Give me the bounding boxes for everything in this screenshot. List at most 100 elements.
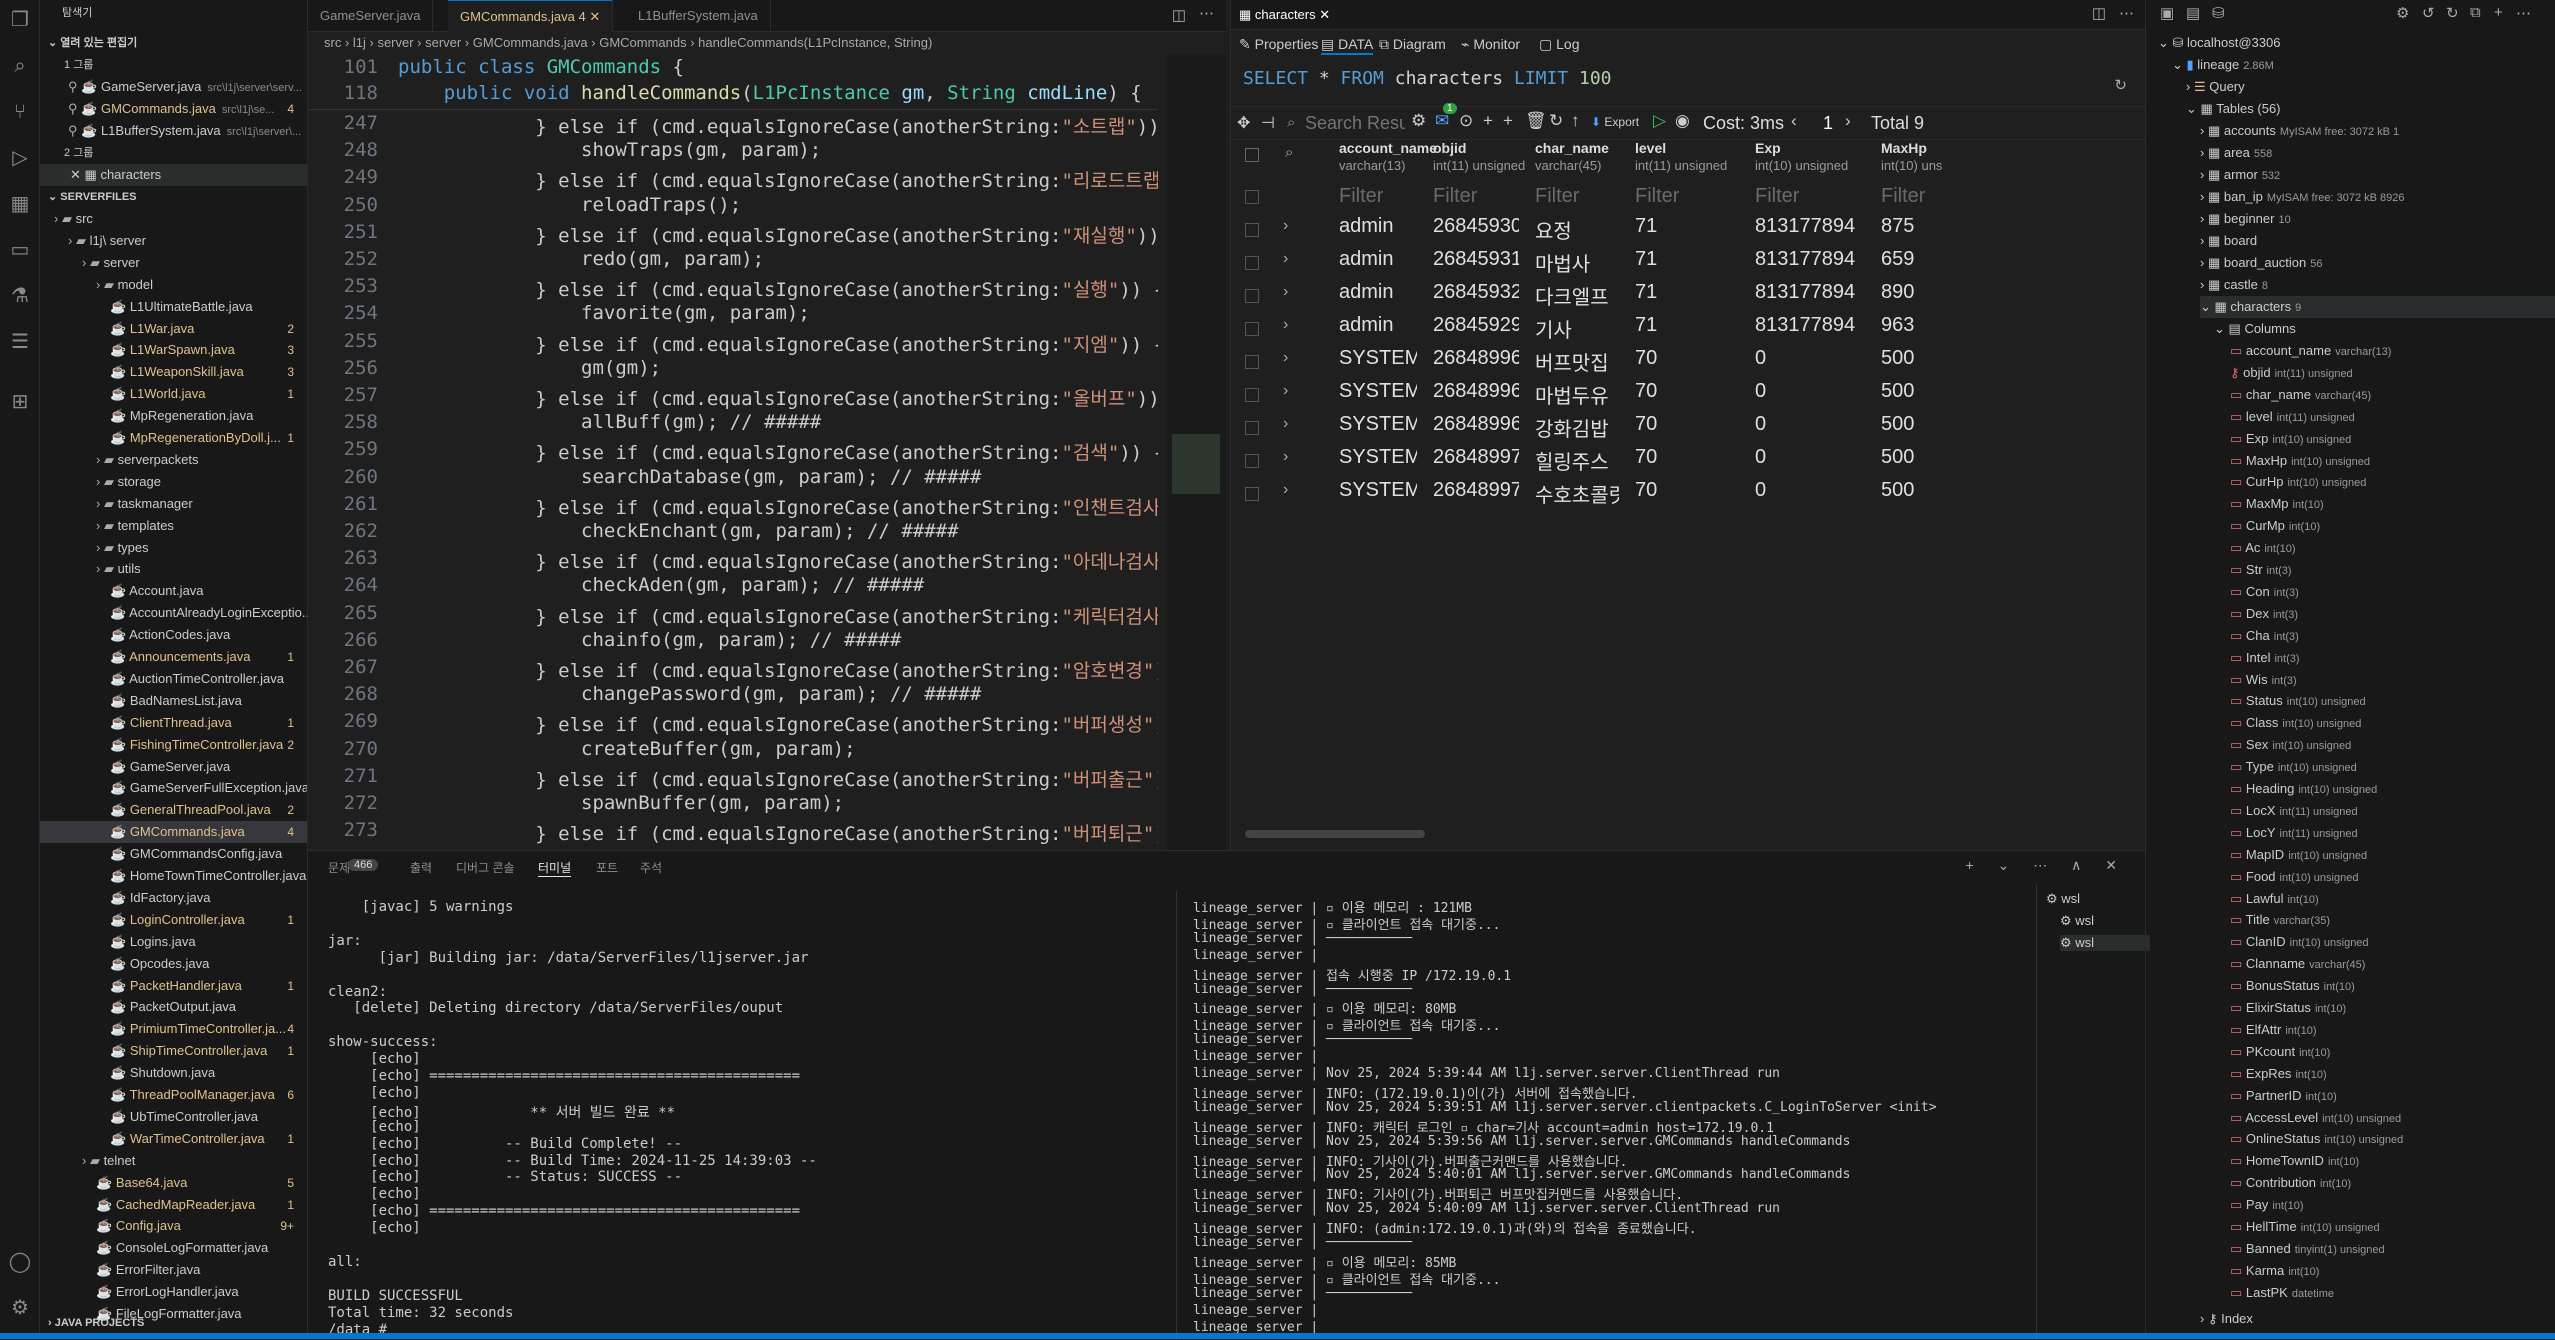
tables-node[interactable]: ⌄ ▦ Tables (56) (2186, 98, 2281, 120)
table-cell[interactable]: 70 (1635, 479, 1739, 502)
table-cell[interactable]: admin (1339, 248, 1417, 271)
breadcrumb[interactable]: src › l1j › server › server › GMCommands… (308, 32, 1226, 54)
column-node[interactable]: ▭ Clanname varchar(45) (2230, 953, 2365, 975)
table-cell[interactable]: 268489970 (1433, 446, 1519, 469)
column-node[interactable]: ▭ ElfAttr int(10) (2230, 1019, 2317, 1041)
column-node[interactable]: ▭ level int(11) unsigned (2230, 406, 2355, 428)
expand-row-icon[interactable]: › (1283, 349, 1288, 367)
table-cell[interactable]: 마법두유 (1535, 380, 1619, 409)
file-item[interactable]: ☕ GMCommands.java 4 (40, 821, 307, 844)
table-cell[interactable]: 268489967 (1433, 347, 1519, 370)
table-cell[interactable]: 0 (1755, 479, 1865, 502)
table-cell[interactable]: 기사 (1535, 314, 1619, 343)
next-page-icon[interactable]: › (1845, 111, 1851, 131)
column-header[interactable]: MaxHp (1881, 140, 1927, 156)
column-node[interactable]: ▭ Con int(3) (2230, 581, 2299, 603)
open-editor-item[interactable]: ⚲ ☕ GMCommands.java src\l1j\se... 4 (40, 98, 307, 120)
file-item[interactable]: ☕ Base64.java 5 (40, 1172, 307, 1194)
columns-node[interactable]: ⌄ ▤ Columns (2214, 318, 2296, 340)
column-node[interactable]: ▭ OnlineStatus int(10) unsigned (2230, 1128, 2403, 1150)
column-filter-input[interactable]: Filter (1635, 185, 1679, 208)
column-node[interactable]: ▭ account_name varchar(13) (2230, 340, 2391, 362)
gear-icon[interactable]: ⚙ (2396, 4, 2409, 22)
expand-row-icon[interactable]: › (1283, 448, 1288, 466)
plus-icon[interactable]: + (1503, 111, 1513, 131)
add-icon[interactable]: + (2494, 4, 2503, 21)
search-icon[interactable]: ⌕ (6, 52, 34, 80)
table-node[interactable]: › ▦ castle 8 (2200, 274, 2268, 296)
connections-icon[interactable]: ▣ (2160, 4, 2174, 22)
terminal-instance[interactable]: ⚙ wsl (2060, 913, 2094, 929)
folder-item[interactable]: › ▰ types (40, 537, 307, 559)
terminal-server-log[interactable]: lineage_server | ▫ 이용 메모리 : 121MB lineage… (308, 891, 2028, 1340)
table-cell[interactable]: SYSTEM-BUFFER (1339, 347, 1417, 370)
panel-tab-4[interactable]: 포트 (596, 859, 618, 876)
file-item[interactable]: ☕ ErrorFilter.java (40, 1259, 307, 1281)
column-node[interactable]: ▭ LastPK datetime (2230, 1282, 2334, 1304)
file-item[interactable]: ☕ AccountAlreadyLoginExceptio... (40, 602, 307, 624)
column-node[interactable]: ▭ Dex int(3) (2230, 603, 2298, 625)
file-item[interactable]: ☕ Logins.java (40, 931, 307, 953)
table-cell[interactable]: 268489969 (1433, 413, 1519, 436)
subtab-monitor[interactable]: ⌁ Monitor (1461, 36, 1520, 53)
expand-row-icon[interactable]: › (1283, 382, 1288, 400)
column-node[interactable]: ▭ BonusStatus int(10) (2230, 975, 2355, 997)
table-cell[interactable]: 71 (1635, 248, 1739, 271)
table-cell[interactable]: SYSTEM-BUFFER (1339, 413, 1417, 436)
panel-tab-3[interactable]: 터미널 (538, 859, 572, 877)
column-node[interactable]: ▭ PartnerID int(10) (2230, 1085, 2337, 1107)
subtab-log[interactable]: ▢ Log (1539, 36, 1579, 53)
file-item[interactable]: ☕ GMCommandsConfig.java (40, 843, 307, 865)
column-node[interactable]: ▭ CurMp int(10) (2230, 515, 2320, 537)
extensions-icon[interactable]: ▦ (6, 190, 34, 218)
row-checkbox[interactable] (1245, 421, 1259, 435)
expand-row-icon[interactable]: › (1283, 250, 1288, 268)
pin-icon[interactable]: ⚲ (68, 79, 81, 94)
terminal-instance[interactable]: ⚙ wsl (2046, 891, 2080, 907)
pin-icon[interactable]: ⊣ (1261, 113, 1275, 133)
run-icon[interactable]: ▷ (1653, 111, 1666, 131)
table-cell[interactable]: admin (1339, 314, 1417, 337)
source-control-icon[interactable]: ⑂ (6, 98, 34, 126)
table-cell[interactable]: 0 (1755, 413, 1865, 436)
column-header[interactable]: objid (1433, 140, 1466, 156)
code-area[interactable]: 247 } else if (cmd.equalsIgnoreCase(anot… (308, 112, 1158, 850)
column-node[interactable]: ▭ ElixirStatus int(10) (2230, 997, 2346, 1019)
column-node[interactable]: ▭ HomeTownID int(10) (2230, 1150, 2359, 1172)
table-cell[interactable]: admin (1339, 215, 1417, 238)
file-item[interactable]: ☕ Shutdown.java (40, 1062, 307, 1084)
table-node[interactable]: › ▦ armor 532 (2200, 164, 2280, 186)
subtab-diagram[interactable]: ⧉ Diagram (1379, 36, 1446, 53)
table-cell[interactable]: 요정 (1535, 215, 1619, 244)
table-cell[interactable]: 71 (1635, 281, 1739, 304)
file-item[interactable]: ☕ HomeTownTimeController.java (40, 865, 307, 887)
history-icon[interactable]: ↻ (2114, 76, 2127, 94)
mail-icon[interactable]: ✉ (1435, 111, 1449, 131)
file-item[interactable]: ☕ PacketOutput.java (40, 996, 307, 1018)
column-node[interactable]: ▭ Cha int(3) (2230, 625, 2299, 647)
remote-explorer-icon[interactable]: ▭ (6, 236, 34, 264)
expand-row-icon[interactable]: › (1283, 415, 1288, 433)
table-cell[interactable]: 500 (1881, 347, 1955, 370)
table-cell[interactable]: 다크엘프 (1535, 281, 1619, 310)
file-item[interactable]: ☕ Config.java 9+ (40, 1215, 307, 1237)
file-item[interactable]: ☕ PrimiumTimeController.ja... 4 (40, 1018, 307, 1040)
column-node[interactable]: ▭ PKcount int(10) (2230, 1041, 2330, 1063)
table-cell[interactable]: 70 (1635, 380, 1739, 403)
tab-gmcommands[interactable]: GMCommands.java 4 ✕ (448, 0, 614, 32)
minimap[interactable] (1166, 54, 1226, 850)
java-projects-header[interactable]: › JAVA PROJECTS (48, 1312, 307, 1334)
column-node[interactable]: ▭ Exp int(10) unsigned (2230, 428, 2351, 450)
gear-icon[interactable]: ⚙ (6, 1294, 34, 1322)
table-cell[interactable]: 500 (1881, 380, 1955, 403)
column-node[interactable]: ▭ Karma int(10) (2230, 1260, 2319, 1282)
folder-item[interactable]: › ▰ server (40, 252, 307, 274)
table-cell[interactable]: 813177894 (1755, 248, 1865, 271)
horizontal-scrollbar[interactable] (1245, 830, 1425, 838)
table-node[interactable]: › ▦ board_auction 56 (2200, 252, 2323, 274)
file-item[interactable]: ☕ ClientThread.java 1 (40, 712, 307, 734)
table-cell[interactable]: 500 (1881, 413, 1955, 436)
column-node[interactable]: ▭ LocY int(11) unsigned (2230, 822, 2358, 844)
file-item[interactable]: ☕ MpRegeneration.java (40, 405, 307, 427)
column-node[interactable]: ▭ MaxMp int(10) (2230, 493, 2324, 515)
